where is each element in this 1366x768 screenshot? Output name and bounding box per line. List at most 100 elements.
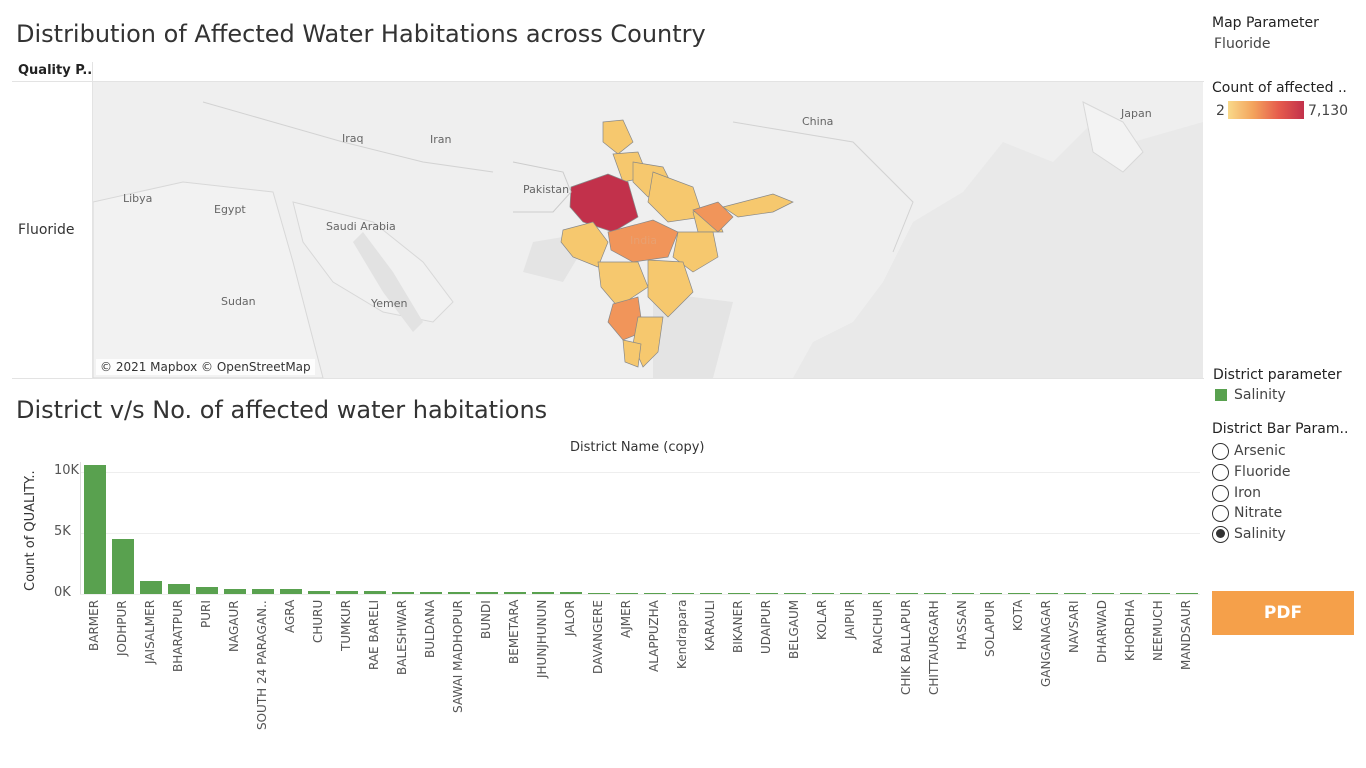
radio-option-fluoride[interactable]: Fluoride [1212,462,1291,482]
bar[interactable] [868,593,890,594]
x-tick-label: CHURU [311,599,325,643]
x-tick-label: KHORDHA [1123,599,1137,661]
bar[interactable] [812,593,834,594]
bar[interactable] [364,591,386,594]
bar[interactable] [896,593,918,594]
x-tick-label: JODHPUR [115,600,129,656]
bar[interactable] [140,580,162,594]
bar[interactable] [392,591,414,594]
x-tick-label: AGRA [283,599,297,633]
bar[interactable] [1120,593,1142,594]
bar[interactable] [252,588,274,594]
x-tick-label: KARAULI [703,600,717,651]
x-tick-label: NEEMUCH [1151,600,1165,661]
y-tick-label: 10K [54,463,80,478]
radio-icon[interactable] [1212,484,1229,502]
radio-label: Salinity [1234,526,1286,542]
radio-option-salinity[interactable]: Salinity [1212,524,1286,544]
bar[interactable] [952,593,974,594]
bar[interactable] [616,592,638,594]
x-tick-label: BUNDI [479,600,493,639]
map-param-title: Map Parameter [1212,15,1319,31]
x-tick-label: SOUTH 24 PARAGAN.. [255,600,269,730]
x-tick-label: BALESHWAR [395,599,409,675]
x-tick-label: UDAIPUR [759,600,773,654]
radio-icon[interactable] [1212,442,1229,460]
radio-label: Fluoride [1234,464,1291,480]
bar[interactable] [1092,593,1114,594]
x-tick-label: KOLAR [815,599,829,640]
bar[interactable] [924,593,946,594]
bar[interactable] [476,592,498,594]
bar[interactable] [840,593,862,594]
bar[interactable] [504,592,526,594]
x-tick-label: DAVANGERE [591,600,605,674]
bar[interactable] [1148,593,1170,594]
x-tick-label: RAE BARELI [367,599,381,670]
x-tick-label: CHITTAURGARH [927,600,941,695]
bar[interactable] [1036,593,1058,594]
gridline [80,594,1200,595]
bar[interactable] [224,588,246,594]
bar-chart: 10K 5K 0K BARMER JODHPUR JAISALMER BHARATPUR PU… [0,0,1200,768]
x-tick-label: HASSAN [955,600,969,650]
bar[interactable] [308,590,330,594]
y-tick-label: 0K [54,585,71,600]
x-tick-label: TUMKUR [339,599,353,651]
x-tick-label: BULDANA [423,599,437,658]
x-tick-label: KOTA [1011,599,1025,631]
x-tick-label: NAVSARI [1067,600,1081,653]
x-tick-label: MANDSAUR [1179,600,1193,670]
radio-label: Nitrate [1234,505,1283,521]
pdf-button[interactable]: PDF [1212,591,1354,635]
bar[interactable] [420,591,442,594]
bar[interactable] [532,592,554,594]
bar[interactable] [448,591,470,594]
bar[interactable] [84,464,106,594]
count-legend-max: 7,130 [1308,103,1349,119]
y-axis-line [80,462,81,594]
gridline [80,472,1200,473]
bar[interactable] [644,592,666,594]
bar[interactable] [728,593,750,594]
radio-label: Iron [1234,485,1262,501]
x-tick-label: GANGANAGAR [1039,600,1053,687]
bar[interactable] [1176,593,1198,594]
x-tick-label: BHARATPUR [171,599,185,672]
district-param-title: District parameter [1213,367,1342,383]
bar[interactable] [672,593,694,594]
radio-option-nitrate[interactable]: Nitrate [1212,503,1282,523]
x-tick-label: NAGAUR [227,600,241,652]
bar[interactable] [700,593,722,594]
radio-option-iron[interactable]: Iron [1212,483,1261,503]
x-tick-label: CHIK BALLAPUR [899,599,913,695]
bar[interactable] [980,593,1002,594]
map-param-value[interactable]: Fluoride [1214,36,1271,52]
count-legend-min: 2 [1216,103,1225,119]
bar[interactable] [588,592,610,594]
bar[interactable] [196,587,218,594]
bar[interactable] [756,593,778,594]
bar[interactable] [1064,593,1086,594]
radio-option-arsenic[interactable]: Arsenic [1212,441,1286,461]
district-param-value[interactable]: Salinity [1234,387,1286,403]
x-tick-label: JHUNJHUNUN [535,599,549,678]
x-tick-label: JAIPUR [843,599,857,639]
x-tick-label: BIKANER [731,600,745,653]
x-tick-label: BELGAUM [787,599,801,659]
bar[interactable] [784,593,806,594]
x-tick-label: BARMER [87,599,101,651]
x-tick-label: PURI [199,600,213,628]
bar[interactable] [560,592,582,594]
radio-icon[interactable] [1212,525,1229,543]
bar[interactable] [168,584,190,594]
bar[interactable] [112,539,134,594]
radio-icon[interactable] [1212,504,1229,522]
bar[interactable] [1008,593,1030,594]
x-tick-label: AJMER [619,599,633,638]
x-tick-label: Kendrapara [675,599,689,669]
bar[interactable] [336,590,358,594]
radio-label: Arsenic [1234,443,1286,459]
bar[interactable] [280,589,302,594]
radio-icon[interactable] [1212,463,1229,481]
